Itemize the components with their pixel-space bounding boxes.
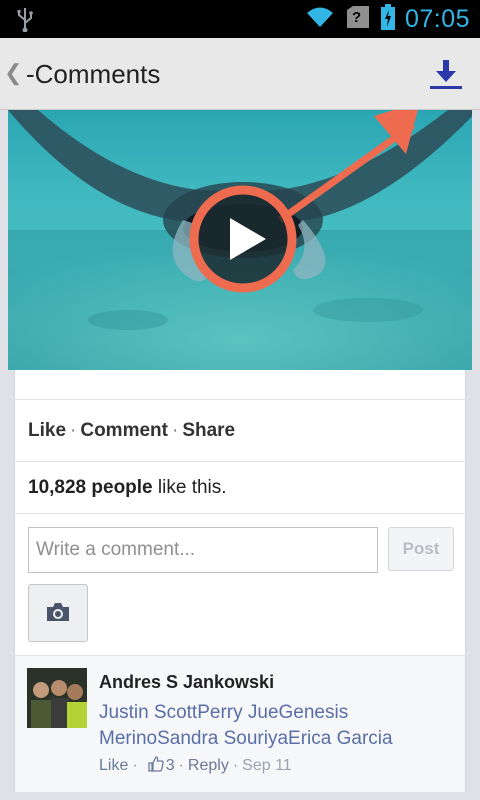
separator: · bbox=[132, 757, 138, 774]
avatar[interactable] bbox=[27, 668, 87, 728]
svg-text:x: x bbox=[362, 20, 367, 30]
chevron-left-icon[interactable]: ❮ bbox=[4, 60, 22, 86]
likes-count[interactable]: 10,828 people bbox=[28, 477, 153, 498]
play-icon[interactable] bbox=[188, 184, 298, 294]
comment-author[interactable]: Andres S Jankowski bbox=[99, 672, 274, 693]
camera-button[interactable] bbox=[28, 584, 88, 642]
separator: · bbox=[70, 420, 77, 441]
no-sim-icon: ? x bbox=[345, 4, 371, 35]
separator: · bbox=[232, 757, 239, 774]
post-button[interactable]: Post bbox=[388, 527, 454, 571]
comment-meta: Like · 3 · Reply · Sep 11 bbox=[99, 756, 292, 777]
action-bar: ❮ -Comments bbox=[0, 38, 480, 110]
comment-input[interactable]: Write a comment... bbox=[28, 527, 378, 573]
status-bar: ? x 07:05 bbox=[0, 0, 480, 38]
share-button[interactable]: Share bbox=[182, 420, 235, 441]
tagged-users-line[interactable]: Justin ScottPerry JueGenesis bbox=[99, 700, 459, 726]
camera-icon bbox=[47, 603, 69, 621]
comment-like-count: 3 bbox=[165, 757, 175, 774]
likes-summary[interactable]: 10,828 people like this. bbox=[14, 462, 466, 514]
comment-like-button[interactable]: Like bbox=[99, 757, 128, 774]
comment-item: Andres S Jankowski Justin ScottPerry Jue… bbox=[14, 656, 466, 792]
tagged-users-line[interactable]: MerinoSandra SouriyaErica Garcia bbox=[99, 726, 459, 752]
thumbs-up-icon bbox=[148, 756, 164, 777]
like-button[interactable]: Like bbox=[28, 420, 66, 441]
usb-icon bbox=[16, 6, 34, 37]
comment-composer: Write a comment... Post bbox=[14, 514, 466, 656]
reply-button[interactable]: Reply bbox=[188, 757, 229, 774]
post-spacer bbox=[14, 370, 466, 400]
comment-tags: Justin ScottPerry JueGenesis MerinoSandr… bbox=[99, 700, 459, 752]
comment-button[interactable]: Comment bbox=[80, 420, 168, 441]
video-player[interactable] bbox=[8, 110, 472, 370]
clock: 07:05 bbox=[404, 4, 470, 33]
separator: · bbox=[171, 420, 179, 441]
page-title[interactable]: -Comments bbox=[26, 59, 160, 90]
svg-text:?: ? bbox=[352, 9, 361, 26]
download-icon[interactable] bbox=[428, 56, 464, 92]
separator: · bbox=[178, 757, 184, 774]
comment-date: Sep 11 bbox=[242, 757, 292, 774]
wifi-icon bbox=[305, 5, 335, 34]
battery-icon bbox=[380, 3, 395, 35]
post-actions: Like · Comment · Share bbox=[14, 400, 466, 462]
likes-suffix: like this. bbox=[152, 477, 227, 498]
